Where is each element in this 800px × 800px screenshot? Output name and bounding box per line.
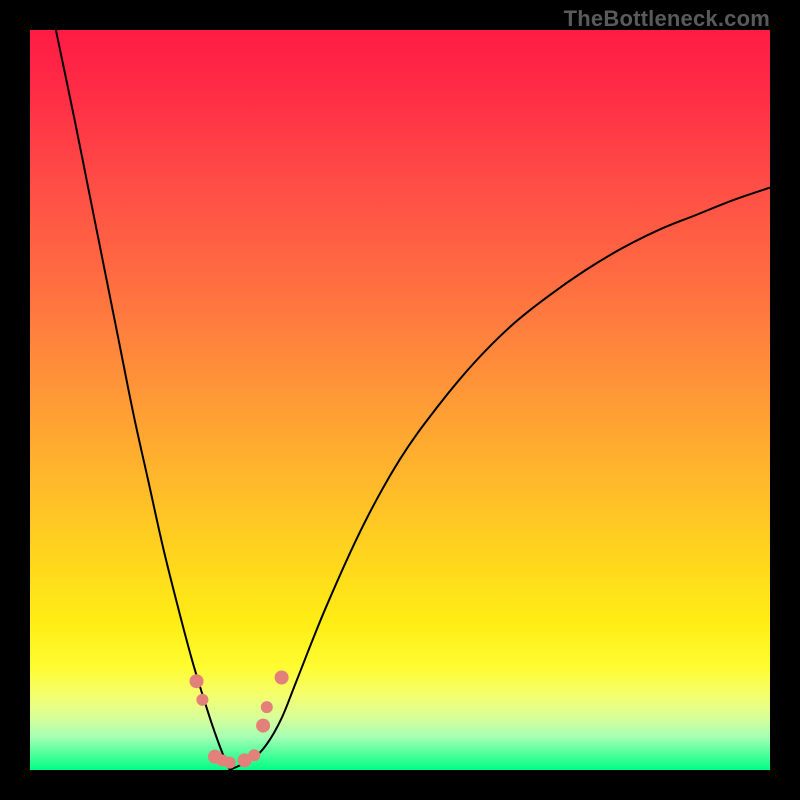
plot-area bbox=[30, 30, 770, 770]
data-markers bbox=[190, 671, 289, 769]
data-marker bbox=[224, 757, 236, 769]
data-marker bbox=[248, 749, 260, 761]
curve-layer bbox=[30, 30, 770, 770]
bottleneck-curve-right bbox=[230, 188, 770, 770]
bottleneck-curve-left bbox=[56, 30, 230, 770]
data-marker bbox=[196, 694, 208, 706]
watermark-text: TheBottleneck.com bbox=[564, 6, 770, 32]
data-marker bbox=[275, 671, 289, 685]
data-marker bbox=[256, 719, 270, 733]
data-marker bbox=[190, 674, 204, 688]
chart-frame: TheBottleneck.com bbox=[0, 0, 800, 800]
data-marker bbox=[261, 701, 273, 713]
